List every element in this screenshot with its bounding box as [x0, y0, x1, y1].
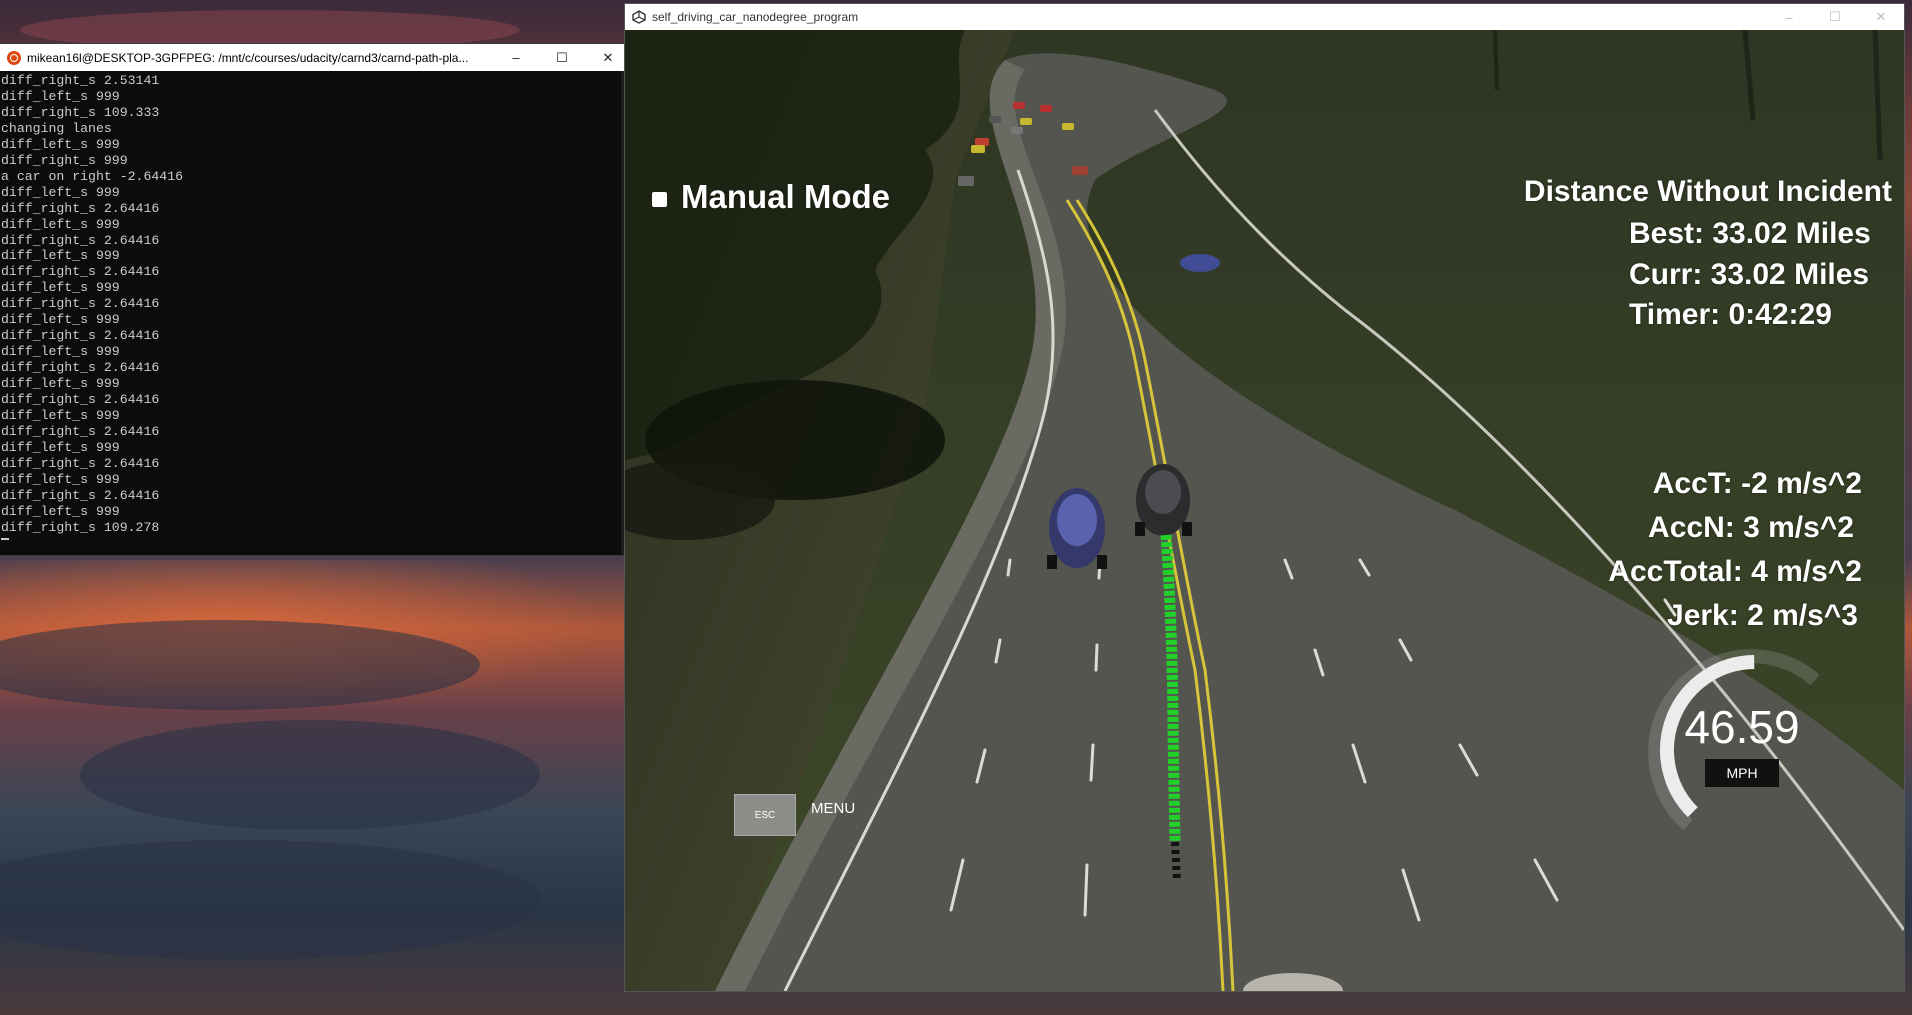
- terminal-line: changing lanes: [1, 120, 112, 136]
- terminal-line: diff_right_s 2.64416: [1, 200, 160, 216]
- jerk: Jerk: 2 m/s^3: [1667, 599, 1858, 632]
- terminal-line: diff_left_s 999: [1, 312, 120, 328]
- terminal-line: diff_left_s 999: [1, 439, 120, 455]
- esc-button[interactable]: ESC: [734, 794, 796, 836]
- terminal-line: diff_right_s 2.64416: [1, 423, 160, 439]
- terminal-window-controls: – ☐ ✕: [493, 44, 631, 71]
- unity-icon: [632, 10, 646, 24]
- terminal-line: diff_left_s 999: [1, 136, 120, 152]
- speed-readout: 46.59: [1684, 701, 1800, 753]
- terminal-line: diff_left_s 999: [1, 248, 120, 264]
- manual-mode-label: Manual Mode: [681, 178, 891, 215]
- ubuntu-icon: [7, 50, 21, 65]
- acc-n: AccN: 3 m/s^2: [1648, 511, 1854, 544]
- distance-title: Distance Without Incident: [1523, 175, 1892, 208]
- terminal-line: diff_right_s 2.64416: [1, 232, 160, 248]
- menu-label[interactable]: MENU: [811, 800, 855, 817]
- terminal-title: mikean16l@DESKTOP-3GPFPEG: /mnt/c/course…: [27, 50, 469, 65]
- minimize-button[interactable]: –: [1766, 4, 1812, 30]
- simulator-window-controls: – ☐ ✕: [1766, 4, 1904, 30]
- maximize-button[interactable]: ☐: [1812, 4, 1858, 30]
- acc-t: AccT: -2 m/s^2: [1652, 467, 1862, 500]
- terminal-line: diff_right_s 2.64416: [1, 264, 160, 280]
- cloud: [80, 720, 540, 830]
- simulator-viewport[interactable]: Manual Mode Distance Without Incident Be…: [625, 30, 1904, 991]
- terminal-line: diff_right_s 2.64416: [1, 296, 160, 312]
- terminal-line: diff_right_s 2.64416: [1, 360, 160, 376]
- current-distance: Curr: 33.02 Miles: [1629, 258, 1870, 291]
- terminal-output[interactable]: diff_right_s 2.53141 diff_left_s 999 diff_…: [0, 71, 625, 536]
- minimize-button[interactable]: –: [493, 44, 539, 71]
- terminal-line: diff_right_s 109.333: [1, 104, 160, 120]
- terminal-line: diff_left_s 999: [1, 88, 120, 104]
- terminal-line: diff_right_s 2.53141: [1, 73, 160, 88]
- terminal-titlebar[interactable]: mikean16l@DESKTOP-3GPFPEG: /mnt/c/course…: [0, 44, 625, 71]
- close-button[interactable]: ✕: [1858, 4, 1904, 30]
- manual-mode-checkbox[interactable]: [652, 192, 667, 207]
- terminal-line: diff_right_s 2.64416: [1, 455, 160, 471]
- simulator-title: self_driving_car_nanodegree_program: [652, 10, 859, 24]
- tree-trunk: [1493, 30, 1499, 91]
- terminal-line: diff_left_s 999: [1, 184, 120, 200]
- terminal-line: diff_left_s 999: [1, 344, 120, 360]
- terminal-line: diff_left_s 999: [1, 216, 120, 232]
- terminal-line: diff_left_s 999: [1, 503, 120, 519]
- terminal-line: diff_left_s 999: [1, 376, 120, 392]
- terminal-line: diff_right_s 2.64416: [1, 392, 160, 408]
- timer: Timer: 0:42:29: [1629, 298, 1832, 331]
- terminal-line: a car on right -2.64416: [1, 168, 184, 184]
- terminal-line: diff_left_s 999: [1, 280, 120, 296]
- maximize-button[interactable]: ☐: [539, 44, 585, 71]
- terminal-line: diff_right_s 2.64416: [1, 487, 160, 503]
- terminal-line: diff_right_s 999: [1, 152, 128, 168]
- terminal-line: diff_right_s 109.278: [1, 519, 160, 535]
- best-distance: Best: 33.02 Miles: [1629, 217, 1871, 250]
- terminal-line: diff_right_s 2.64416: [1, 328, 160, 344]
- speed-unit: MPH: [1705, 759, 1779, 787]
- simulator-window[interactable]: self_driving_car_nanodegree_program – ☐ …: [625, 4, 1904, 991]
- cloud: [0, 840, 540, 960]
- terminal-cursor: [1, 537, 9, 540]
- terminal-line: diff_left_s 999: [1, 408, 120, 424]
- terminal-window[interactable]: mikean16l@DESKTOP-3GPFPEG: /mnt/c/course…: [0, 44, 625, 555]
- acc-total: AccTotal: 4 m/s^2: [1608, 555, 1862, 588]
- terminal-line: diff_left_s 999: [1, 471, 120, 487]
- simulator-titlebar[interactable]: self_driving_car_nanodegree_program – ☐ …: [625, 4, 1904, 30]
